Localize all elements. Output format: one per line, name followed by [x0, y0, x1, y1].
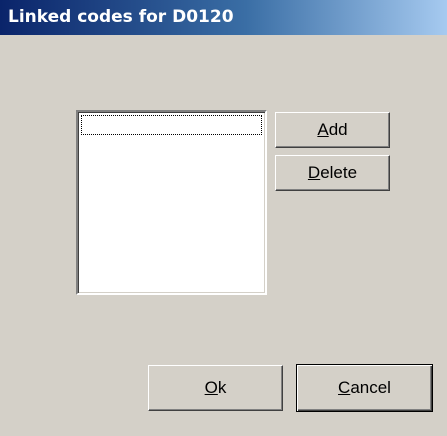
add-button[interactable]: Add	[275, 112, 390, 148]
dialog-title: Linked codes for D0120	[8, 7, 234, 27]
delete-button[interactable]: Delete	[275, 155, 390, 191]
linked-codes-dialog: Linked codes for D0120 Add Delete Ok Can…	[0, 0, 447, 436]
list-focus-indicator	[81, 115, 262, 135]
linked-codes-list[interactable]	[76, 110, 267, 295]
cancel-button[interactable]: Cancel	[296, 364, 433, 412]
add-button-label: Add	[276, 113, 389, 147]
add-mnemonic: A	[317, 120, 329, 139]
delete-button-label: Delete	[276, 156, 389, 190]
cancel-mnemonic: C	[338, 378, 351, 397]
ok-label-rest: k	[217, 378, 227, 397]
ok-button-label: Ok	[149, 366, 282, 410]
ok-mnemonic: O	[204, 378, 218, 397]
delete-mnemonic: D	[307, 163, 321, 182]
title-bar[interactable]: Linked codes for D0120	[0, 0, 447, 35]
cancel-button-label: Cancel	[297, 366, 432, 410]
ok-button[interactable]: Ok	[148, 365, 283, 411]
add-label-rest: dd	[328, 120, 348, 139]
cancel-label-rest: ancel	[350, 378, 391, 397]
delete-label-rest: elete	[320, 163, 358, 182]
